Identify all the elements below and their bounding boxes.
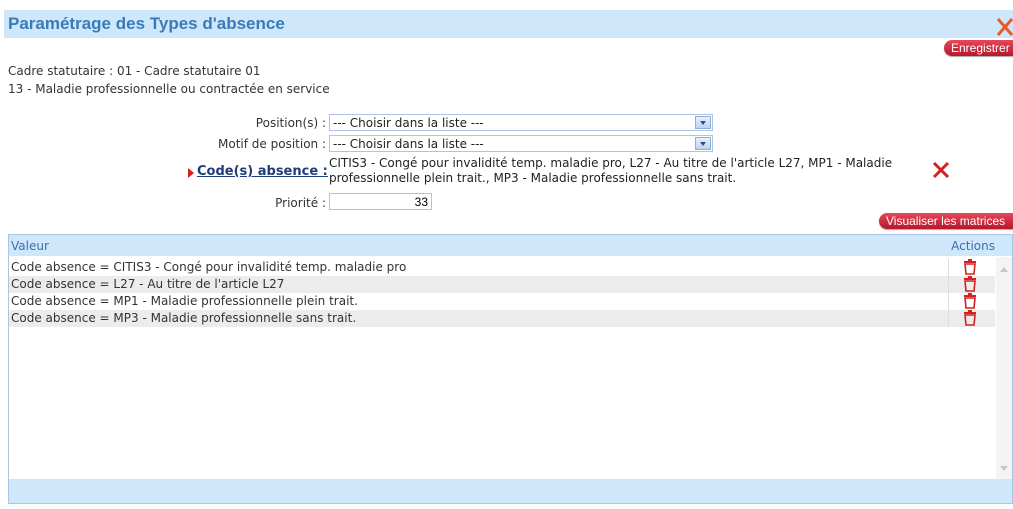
- grid-scrollbar[interactable]: [996, 257, 1012, 479]
- chevron-down-icon[interactable]: [695, 116, 711, 129]
- grid-footer: [9, 479, 1012, 503]
- row-value: Code absence = MP3 - Maladie professionn…: [11, 311, 357, 325]
- grid-header: Valeur Actions: [9, 235, 1012, 256]
- position-label: Position(s) :: [255, 116, 326, 130]
- row-actions: [948, 293, 996, 310]
- row-value: Code absence = CITIS3 - Congé pour inval…: [11, 260, 407, 274]
- motif-position-label: Motif de position :: [218, 137, 326, 151]
- motif-position-select[interactable]: --- Choisir dans la liste ---: [329, 135, 713, 152]
- values-grid: Valeur Actions Code absence = CITIS3 - C…: [8, 234, 1013, 504]
- row-value: Code absence = L27 - Au titre de l'artic…: [11, 277, 285, 291]
- codes-absence-link[interactable]: Code(s) absence :: [197, 164, 328, 179]
- chevron-down-icon[interactable]: [695, 137, 711, 150]
- row-actions: [948, 259, 996, 276]
- trash-icon[interactable]: [963, 310, 977, 326]
- motif-text: 13 - Maladie professionnelle ou contract…: [8, 82, 330, 96]
- table-row: Code absence = L27 - Au titre de l'artic…: [9, 276, 995, 293]
- scroll-up-icon[interactable]: [1000, 267, 1008, 272]
- priorite-label: Priorité :: [275, 196, 326, 210]
- table-row: Code absence = CITIS3 - Congé pour inval…: [9, 259, 995, 276]
- position-select[interactable]: --- Choisir dans la liste ---: [329, 114, 713, 131]
- position-select-value: --- Choisir dans la liste ---: [333, 116, 484, 130]
- save-button[interactable]: Enregistrer: [944, 40, 1013, 56]
- table-row: Code absence = MP3 - Maladie professionn…: [9, 310, 995, 327]
- close-icon[interactable]: [995, 13, 1013, 37]
- table-row: Code absence = MP1 - Maladie professionn…: [9, 293, 995, 310]
- codes-absence-value: CITIS3 - Congé pour invalidité temp. mal…: [329, 156, 893, 185]
- page-title: Paramétrage des Types d'absence: [8, 14, 285, 33]
- trash-icon[interactable]: [963, 276, 977, 292]
- column-header-valeur: Valeur: [11, 239, 49, 253]
- column-header-actions: Actions: [951, 239, 995, 253]
- scroll-down-icon[interactable]: [1000, 466, 1008, 471]
- trash-icon[interactable]: [963, 293, 977, 309]
- marker-arrow-icon: [188, 168, 194, 178]
- row-actions: [948, 310, 996, 327]
- title-bar: Paramétrage des Types d'absence: [4, 10, 1013, 38]
- cadre-statutaire-text: Cadre statutaire : 01 - Cadre statutaire…: [8, 64, 261, 78]
- motif-select-value: --- Choisir dans la liste ---: [333, 137, 484, 151]
- row-value: Code absence = MP1 - Maladie professionn…: [11, 294, 358, 308]
- row-actions: [948, 276, 996, 293]
- trash-icon[interactable]: [963, 259, 977, 275]
- remove-icon[interactable]: [932, 161, 950, 179]
- priorite-input[interactable]: [329, 193, 432, 210]
- visualiser-matrices-button[interactable]: Visualiser les matrices: [879, 213, 1013, 229]
